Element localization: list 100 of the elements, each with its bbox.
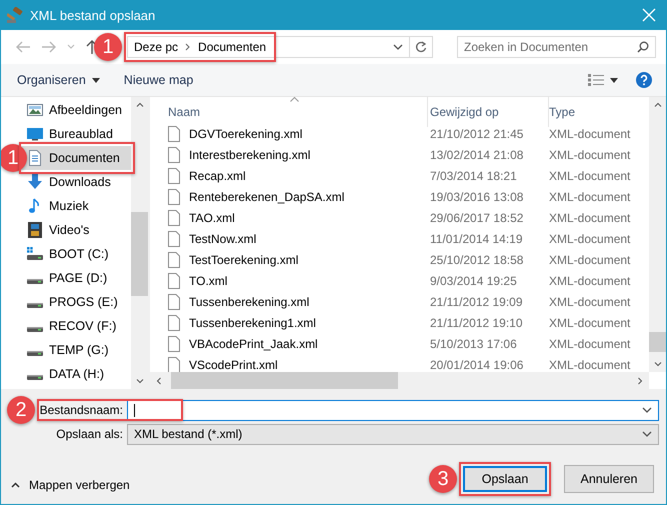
- file-type-dropdown[interactable]: XML bestand (*.xml): [127, 424, 659, 444]
- file-item[interactable]: TestToerekening.xml: [168, 252, 428, 268]
- save-button[interactable]: Opslaan: [463, 466, 547, 492]
- file-icon: [168, 294, 180, 310]
- table-cell-text: 21/10/2012 21:45: [429, 126, 524, 140]
- text-cursor: [134, 404, 135, 416]
- callout-badge: 1: [94, 33, 122, 61]
- organize-button[interactable]: Organiseren: [11, 70, 106, 90]
- filename-field[interactable]: [127, 400, 659, 420]
- file-icon: [168, 168, 180, 184]
- file-item[interactable]: VScodePrint.xml: [168, 356, 428, 372]
- table-cell-text: XML-document: [549, 210, 632, 224]
- breadcrumb[interactable]: Documenten: [198, 40, 266, 54]
- breadcrumb[interactable]: Deze pc: [134, 40, 178, 54]
- new-folder-button[interactable]: Nieuwe map: [118, 70, 200, 90]
- table-cell-text: 13/02/2014 21:08: [429, 148, 524, 162]
- scrollbar[interactable]: [131, 97, 148, 389]
- file-icon: [168, 188, 180, 204]
- field-label: Bestandsnaam:: [40, 403, 123, 417]
- hide-folders-button[interactable]: Mappen verbergen: [11, 478, 130, 492]
- film-strip-icon: [27, 222, 43, 238]
- sidebar-item[interactable]: Muziek: [21, 194, 131, 218]
- sidebar-item[interactable]: Bureaublad: [21, 122, 131, 146]
- sidebar-item[interactable]: Video's: [21, 218, 131, 242]
- sidebar-item[interactable]: RECOV (F:): [21, 314, 131, 338]
- file-icon: [168, 314, 180, 330]
- file-item[interactable]: Recap.xml: [168, 168, 428, 184]
- file-icon: [168, 336, 180, 352]
- drive-icon: [27, 374, 43, 380]
- file-item[interactable]: Tussenberekening.xml: [168, 294, 428, 310]
- file-item[interactable]: TAO.xml: [168, 210, 428, 226]
- file-item[interactable]: TO.xml: [168, 272, 428, 288]
- back-arrow-icon[interactable]: [15, 40, 31, 54]
- table-cell-text: XML-document: [549, 190, 632, 204]
- table-cell-text: XML-document: [549, 274, 632, 288]
- pictures-icon: [27, 102, 43, 118]
- forward-arrow-icon[interactable]: [41, 40, 57, 54]
- file-icon: [168, 126, 180, 142]
- drive-icon: [27, 246, 43, 262]
- gavel-icon: [7, 7, 23, 23]
- column-header[interactable]: Gewijzigd op: [428, 97, 549, 127]
- file-icon: [168, 356, 180, 372]
- caret-icon: [610, 78, 618, 82]
- sidebar-item[interactable]: DATA (H:): [21, 362, 131, 386]
- file-item[interactable]: TestNow.xml: [168, 230, 428, 246]
- file-item[interactable]: VBAcodePrint_Jaak.xml: [168, 336, 428, 352]
- table-cell-text: 25/10/2012 18:58: [429, 252, 524, 266]
- search-placeholder: Zoeken in Documenten: [464, 40, 588, 54]
- drive-icon: [27, 350, 43, 356]
- file-item[interactable]: Renteberekenen_DapSA.xml: [168, 188, 428, 204]
- sidebar-item[interactable]: PAGE (D:): [21, 266, 131, 290]
- sidebar-item[interactable]: Afbeeldingen: [21, 98, 131, 122]
- scroll-left-icon: [156, 376, 161, 384]
- column-header[interactable]: Type: [549, 97, 649, 127]
- scroll-up-icon: [654, 102, 662, 107]
- file-icon: [168, 146, 180, 162]
- window-title: XML bestand opslaan: [30, 8, 156, 22]
- scroll-thumb[interactable]: [131, 212, 148, 296]
- dropdown-caret-icon[interactable]: [393, 44, 403, 50]
- file-icon: [168, 230, 180, 246]
- file-item[interactable]: DGVToerekening.xml: [168, 126, 428, 142]
- table-cell-text: XML-document: [549, 126, 632, 140]
- table-cell-text: XML-document: [549, 232, 632, 246]
- table-cell-text: 9/03/2014 19:25: [429, 274, 518, 288]
- table-cell-text: 21/11/2012 19:09: [429, 294, 524, 308]
- callout-badge: 2: [7, 396, 35, 424]
- table-cell-text: 29/06/2017 18:52: [429, 210, 524, 224]
- file-item[interactable]: Interestberekening.xml: [168, 146, 428, 162]
- sidebar-item[interactable]: BOOT (C:): [21, 242, 131, 266]
- field-label: Opslaan als:: [56, 427, 123, 441]
- table-cell-text: XML-document: [549, 336, 632, 350]
- table-cell-text: 21/11/2012 19:10: [429, 316, 524, 330]
- drive-icon: [27, 326, 43, 332]
- recent-caret-icon[interactable]: [67, 44, 75, 50]
- table-cell-text: XML-document: [549, 148, 632, 162]
- table-cell-text: 5/10/2013 17:06: [429, 336, 518, 350]
- sidebar-item[interactable]: Documenten: [21, 146, 131, 170]
- search-field[interactable]: Zoeken in Documenten: [457, 36, 656, 58]
- scroll-up-icon: [136, 102, 144, 107]
- search-icon: [637, 41, 649, 53]
- table-cell-text: XML-document: [549, 252, 632, 266]
- sidebar-item[interactable]: PROGS (E:): [21, 290, 131, 314]
- sidebar-item[interactable]: TEMP (G:): [21, 338, 131, 362]
- sidebar-item[interactable]: Downloads: [21, 170, 131, 194]
- table-cell-text: XML-document: [549, 316, 632, 330]
- download-arrow-icon: [27, 174, 43, 190]
- cancel-button[interactable]: Annuleren: [564, 464, 654, 492]
- scroll-down-icon: [654, 362, 662, 367]
- drive-icon: [27, 302, 43, 308]
- file-icon: [168, 272, 180, 288]
- scroll-thumb[interactable]: [171, 372, 398, 389]
- scroll-thumb[interactable]: [649, 332, 666, 352]
- table-cell-text: XML-document: [549, 168, 632, 182]
- file-item[interactable]: Tussenberekening1.xml: [168, 314, 428, 330]
- table-cell-text: 7/03/2014 18:21: [429, 168, 518, 182]
- help-icon[interactable]: [636, 72, 652, 88]
- close-icon[interactable]: [642, 8, 656, 22]
- dropdown-caret-icon: [642, 431, 652, 437]
- scrollbar[interactable]: [649, 97, 666, 372]
- monitor-icon: [27, 126, 43, 142]
